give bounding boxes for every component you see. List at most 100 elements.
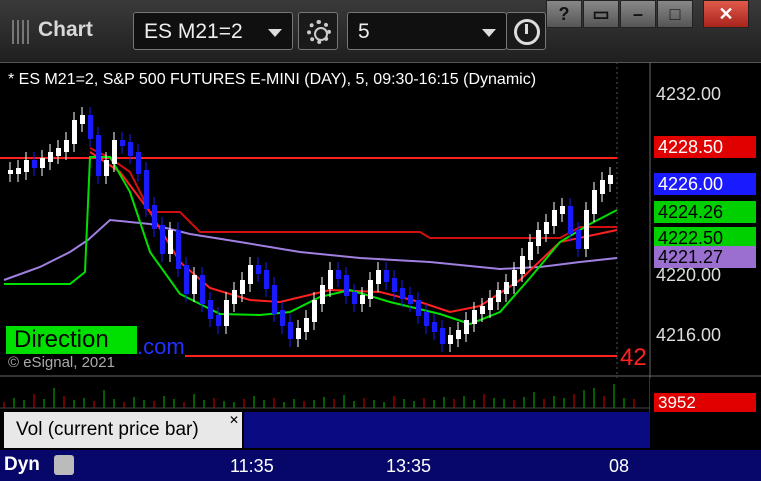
candle-body <box>56 148 61 156</box>
lock-icon[interactable] <box>54 455 74 475</box>
candle-body <box>208 300 213 319</box>
volume-bars <box>0 378 650 412</box>
price-badge-last: 4226.00 <box>654 173 756 195</box>
candle-body <box>408 295 413 304</box>
candle-body <box>88 115 93 139</box>
candle-body <box>536 230 541 246</box>
candle-body <box>368 280 373 299</box>
close-button[interactable]: ✕ <box>703 0 749 28</box>
help-button[interactable]: ? <box>546 0 582 28</box>
chart-legend: * ES M21=2, S&P 500 FUTURES E-MINI (DAY)… <box>8 71 537 88</box>
candle-body <box>496 290 501 302</box>
candle-body <box>40 158 45 168</box>
candle-body <box>376 270 381 284</box>
candle-body <box>120 140 125 146</box>
gear-icon[interactable] <box>298 12 338 50</box>
candle-body <box>248 265 253 284</box>
restore-layout-button[interactable]: ▭ <box>583 0 619 28</box>
candle-body <box>288 322 293 339</box>
candle-body <box>64 140 69 152</box>
maximize-button[interactable]: □ <box>657 0 693 28</box>
chevron-down-icon <box>482 29 496 37</box>
time-label: 11:35 <box>230 456 274 476</box>
candle-body <box>136 152 141 174</box>
time-axis[interactable]: Dyn 11:35 13:35 08 <box>0 450 761 481</box>
candle-body <box>16 168 21 174</box>
candle-body <box>312 300 317 322</box>
candle-body <box>584 210 589 249</box>
chevron-down-icon <box>268 29 282 37</box>
candle-body <box>472 310 477 324</box>
candle-body <box>240 280 245 294</box>
toolbar: Chart ES M21=2 5 ? ▭ – □ ✕ <box>0 0 761 63</box>
candle-body <box>504 282 509 294</box>
candle-body <box>384 270 389 282</box>
time-label: 13:35 <box>386 456 432 476</box>
price-tick: 4232.00 <box>656 84 722 104</box>
candle-body <box>72 120 77 144</box>
candle-body <box>160 225 165 254</box>
edge-price-label: 42 <box>620 344 647 371</box>
candle-body <box>152 205 157 229</box>
candle-body <box>344 275 349 296</box>
candle-body <box>432 322 437 332</box>
candle-body <box>144 170 149 209</box>
price-badge-purple: 4221.27 <box>654 246 756 268</box>
time-label: 08 <box>609 456 630 476</box>
candle-body <box>24 160 29 172</box>
candle-body <box>272 285 277 314</box>
price-tick: 4220.00 <box>656 265 722 285</box>
candle-body <box>264 270 269 289</box>
copyright-text: © eSignal, 2021 <box>8 354 115 371</box>
candle-body <box>608 175 613 184</box>
candle-body <box>544 222 549 234</box>
drag-grip-icon[interactable] <box>12 20 32 44</box>
candle-body <box>576 230 581 249</box>
candle-body <box>200 275 205 304</box>
minimize-button[interactable]: – <box>620 0 656 28</box>
candle-body <box>568 206 573 234</box>
candle-body <box>600 180 605 194</box>
interval-value: 5 <box>358 20 370 43</box>
candle-body <box>32 160 37 168</box>
ema-green-line <box>4 156 618 326</box>
candle-body <box>440 328 445 344</box>
candle-body <box>296 328 301 339</box>
candle-body <box>360 295 365 304</box>
app-title: Chart <box>38 18 93 41</box>
symbol-dropdown[interactable]: ES M21=2 <box>133 12 293 50</box>
candle-body <box>320 285 325 304</box>
candle-body <box>304 318 309 332</box>
candle-body <box>328 270 333 289</box>
candle-body <box>128 142 133 156</box>
candle-body <box>80 115 85 124</box>
price-badge-green: 4224.26 <box>654 201 756 223</box>
symbol-value: ES M21=2 <box>144 20 243 43</box>
interval-dropdown[interactable]: 5 <box>347 12 507 50</box>
clock-icon[interactable] <box>506 12 546 50</box>
volume-badge: 3952 <box>654 393 756 412</box>
candle-body <box>560 206 565 214</box>
candle-body <box>48 152 53 162</box>
candle-body <box>352 292 357 304</box>
candle-body <box>448 335 453 344</box>
candle-body <box>336 270 341 279</box>
candle-body <box>104 160 109 176</box>
dynamic-mode-label[interactable]: Dyn <box>4 454 40 476</box>
candle-body <box>216 315 221 326</box>
candle-body <box>112 140 117 164</box>
candle-body <box>424 312 429 326</box>
candle-body <box>480 306 485 314</box>
candle-body <box>464 320 469 334</box>
volume-pane[interactable]: 3952 Vol (current price bar) ✕ <box>0 378 761 450</box>
candle-body <box>96 135 101 176</box>
close-icon[interactable]: ✕ <box>226 412 242 428</box>
candle-body <box>488 298 493 310</box>
candle-body <box>416 300 421 316</box>
candle-body <box>232 290 237 304</box>
volume-study-label[interactable]: Vol (current price bar) <box>4 412 242 448</box>
chart-window: Chart ES M21=2 5 ? ▭ – □ ✕ * ES M21=2, S… <box>0 0 761 481</box>
watermark-suffix: .com <box>137 334 185 359</box>
candle-body <box>224 300 229 326</box>
candle-body <box>192 275 197 294</box>
